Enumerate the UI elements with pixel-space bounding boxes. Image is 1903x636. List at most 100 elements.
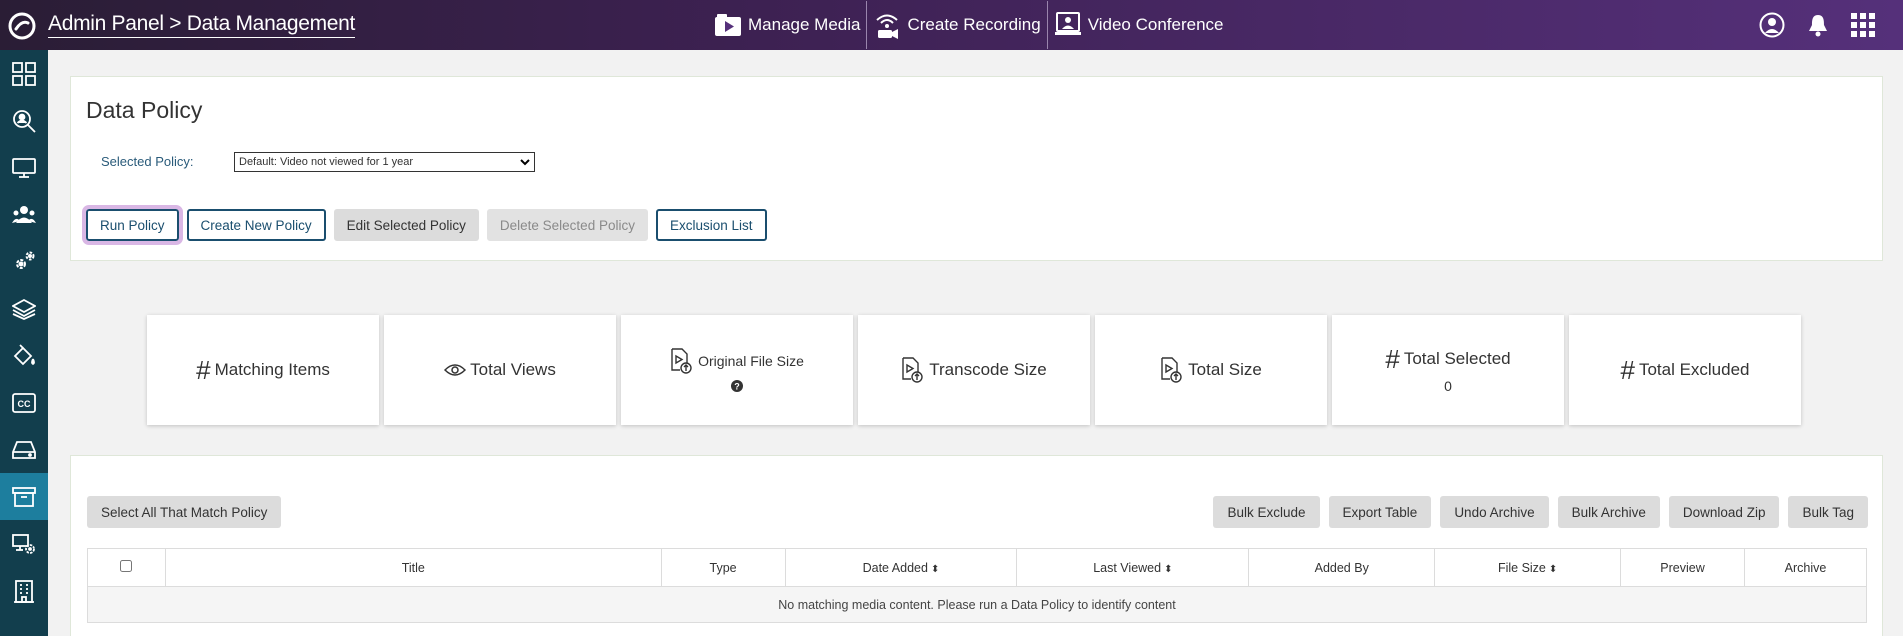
stats-cards: # Matching Items Total Views Original Fi… [147,315,1801,425]
user-icon[interactable] [1759,12,1785,38]
monitor-icon [12,157,36,178]
column-title[interactable]: Title [164,548,662,587]
archive-box-icon [12,486,36,507]
stat-card-total-selected: # Total Selected 0 [1332,315,1564,425]
file-video-upload-icon [671,348,692,374]
undo-archive-button[interactable]: Undo Archive [1440,496,1549,528]
download-zip-button[interactable]: Download Zip [1668,496,1780,528]
column-date-added-label: Date Added [862,560,928,575]
left-sidebar: CC [0,50,48,636]
sidebar-item-data-management[interactable] [0,473,48,520]
hash-icon: # [1620,355,1635,385]
stat-card-transcode-size: Transcode Size [858,315,1090,425]
page-breadcrumb-title[interactable]: Admin Panel > Data Management [48,12,355,38]
export-table-button[interactable]: Export Table [1328,496,1432,528]
column-last-viewed[interactable]: Last Viewed ⬍ [1016,548,1250,587]
hash-icon: # [196,355,211,385]
stat-card-matching-items: # Matching Items [147,315,379,425]
sort-icon: ⬍ [930,563,940,575]
column-title-label: Title [401,560,425,575]
column-archive[interactable]: Archive [1744,548,1867,587]
nav-video-conference[interactable]: Video Conference [1048,0,1230,50]
stat-card-heading: Total Size [1160,357,1262,383]
column-added-by-label: Added By [1314,560,1369,575]
file-video-upload-icon [1161,357,1182,383]
question-circle-icon[interactable]: ? [731,380,743,392]
sidebar-item-devices[interactable] [0,520,48,567]
sort-icon: ⬍ [1164,563,1173,575]
policy-select[interactable]: Default: Video not viewed for 1 year [234,152,535,172]
matching-items-label: Matching Items [214,360,330,379]
stat-card-original-file-size: Original File Size ? [621,315,853,425]
presenter-icon [1054,12,1081,35]
total-excluded-label: Total Excluded [1638,360,1750,379]
brand-logo-icon[interactable] [8,12,36,40]
column-type[interactable]: Type [660,548,786,587]
layers-icon [12,298,36,320]
stat-card-total-size: Total Size [1095,315,1327,425]
column-file-size-label: File Size [1497,560,1546,575]
stat-card-heading: # Total Excluded [1620,357,1749,383]
svg-text:?: ? [734,382,740,392]
sidebar-item-monitor[interactable] [0,144,48,191]
sidebar-item-users[interactable] [0,191,48,238]
top-navigation: Manage Media Create Recording Video Conf… [708,0,1230,50]
select-all-matching-button[interactable]: Select All That Match Policy [87,496,282,528]
column-added-by[interactable]: Added By [1248,548,1436,587]
nav-create-recording-label: Create Recording [907,15,1041,34]
bell-icon[interactable] [1807,13,1829,37]
selected-policy-label: Selected Policy: [101,154,194,169]
column-type-label: Type [709,560,737,575]
column-date-added[interactable]: Date Added ⬍ [784,548,1018,587]
page-title: Data Policy [86,97,203,123]
chevron-down-icon [520,159,530,166]
sidebar-item-storage[interactable] [0,426,48,473]
select-all-checkbox[interactable] [120,560,133,572]
nav-manage-media-label: Manage Media [748,15,861,34]
stat-card-heading: # Matching Items [196,357,330,383]
app-grid-icon[interactable] [1851,13,1875,37]
sidebar-item-layers[interactable] [0,285,48,332]
select-all-checkbox-cell [87,548,166,587]
dashboard-grid-icon [12,61,36,86]
column-file-size[interactable]: File Size ⬍ [1434,548,1622,587]
table-row: No matching media content. Please run a … [87,586,1867,623]
nav-manage-media[interactable]: Manage Media [708,0,866,50]
bulk-tag-button[interactable]: Bulk Tag [1788,496,1868,528]
bulk-archive-button[interactable]: Bulk Archive [1557,496,1660,528]
top-right-icons [1759,12,1875,38]
sidebar-item-captions[interactable]: CC [0,379,48,426]
stat-card-heading: Total Views [444,360,556,380]
total-views-label: Total Views [470,360,556,379]
gears-icon [16,251,35,269]
column-last-viewed-label: Last Viewed [1093,560,1162,575]
edit-selected-policy-button[interactable]: Edit Selected Policy [333,209,479,241]
policy-select-value: Default: Video not viewed for 1 year [239,156,414,168]
sidebar-item-settings[interactable] [0,238,48,285]
stat-card-total-excluded: # Total Excluded [1569,315,1801,425]
data-policy-panel: Data Policy Selected Policy: Default: Vi… [70,76,1883,261]
eye-icon [444,364,467,376]
run-policy-button[interactable]: Run Policy [82,205,183,245]
original-file-size-label: Original File Size [698,353,804,369]
sidebar-item-branding[interactable] [0,332,48,379]
sidebar-item-organization[interactable] [0,567,48,614]
table-header-row: Title Type Date Added ⬍ Last Viewed ⬍ Adde… [87,548,1867,587]
sidebar-item-search-users[interactable] [0,97,48,144]
stat-card-heading: Original File Size [670,348,804,374]
column-preview-label: Preview [1660,560,1705,575]
hash-icon: # [1385,344,1400,374]
media-table: Title Type Date Added ⬍ Last Viewed ⬍ Adde… [87,548,1867,623]
empty-table-message: No matching media content. Please run a … [87,586,1867,623]
file-video-upload-icon [902,357,923,383]
search-user-icon [13,109,36,133]
hard-drive-icon [12,440,36,459]
bulk-exclude-button[interactable]: Bulk Exclude [1213,496,1320,528]
delete-selected-policy-button[interactable]: Delete Selected Policy [486,209,648,241]
column-preview[interactable]: Preview [1620,548,1745,587]
nav-create-recording[interactable]: Create Recording [867,0,1046,50]
exclusion-list-button[interactable]: Exclusion List [655,209,767,241]
sidebar-item-dashboard[interactable] [0,50,48,97]
create-new-policy-button[interactable]: Create New Policy [186,209,326,241]
building-icon [14,579,34,603]
